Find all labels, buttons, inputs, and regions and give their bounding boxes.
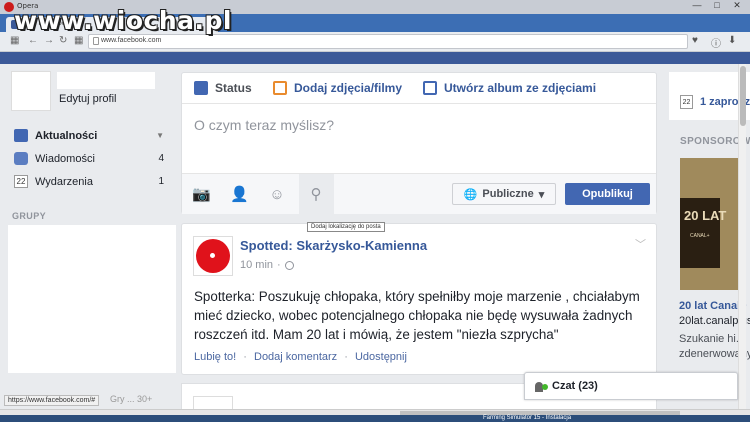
speed-dial-icon[interactable]: ▦ [10,35,19,46]
post-author-avatar[interactable] [193,236,233,276]
privacy-label: Publiczne [482,188,534,200]
nav-item-news-feed[interactable]: Aktualności ▼ [14,124,172,147]
back-icon[interactable]: ← [28,35,38,46]
calendar-icon: 22 [680,95,693,109]
post-options-chevron-icon[interactable]: ﹀ [635,236,646,252]
like-link[interactable]: Lubię to! [194,351,236,363]
messages-icon [14,152,28,165]
ad-description: Szukanie hi... [679,333,746,345]
tab-status[interactable]: Status [194,81,252,95]
calendar-icon: 22 [14,175,28,188]
scroll-thumb[interactable] [740,66,746,126]
location-pin-icon[interactable]: ⚲ [307,186,325,204]
maximize-icon[interactable]: □ [710,0,724,11]
nav-item-label: Wiadomości [35,152,95,165]
news-feed-icon [14,129,28,142]
tab-label: Utwórz album ze zdjęciami [444,81,597,95]
comment-link[interactable]: Dodaj komentarz [254,351,337,363]
share-link[interactable]: Udostępnij [355,351,407,363]
lock-icon [93,37,99,45]
tab-add-photos[interactable]: Dodaj zdjęcia/filmy [273,81,402,95]
edit-profile-link[interactable]: Edytuj profil [59,93,116,105]
groups-heading: GRUPY [12,211,47,221]
status-input[interactable]: O czym teraz myślisz? [194,117,334,133]
composer-actions: 📷 👤 ☺ ⚲ 🌐 Publiczne ▾ Opublikuj [182,173,656,214]
post-author-link[interactable]: Spotted: Skarżysko-Kamienna [240,238,427,253]
tag-friends-icon[interactable]: 👤 [230,186,249,204]
profile-name[interactable] [57,72,155,89]
nav-item-messages[interactable]: Wiadomości 4 [14,147,172,170]
address-bar: ▦ ← → ↻ ▦ www.facebook.com ♥ ⓘ ⬇ [0,32,750,52]
location-tooltip: Dodaj lokalizację do posta [307,222,385,232]
window-controls: — □ ✕ [690,0,744,11]
tab-create-album[interactable]: Utwórz album ze zdjęciami [423,81,596,95]
tab-label: Status [215,81,252,95]
separator: · [344,351,348,363]
chat-label: Czat (23) [552,380,598,392]
globe-icon: 🌐 [463,188,478,201]
bookmark-heart-icon[interactable]: ♥ [692,35,698,46]
minimize-icon[interactable]: — [690,0,704,11]
ad-image[interactable]: 20 LAT CANAL+ [680,158,738,290]
nav-item-count: 1 [158,176,164,187]
chevron-down-icon: ▾ [538,188,545,201]
globe-icon [284,260,294,270]
download-icon[interactable]: ⬇ [728,35,736,46]
feeling-icon[interactable]: ☺ [268,186,286,204]
profile-avatar[interactable] [11,71,51,111]
ad-image-text: 20 LAT [684,208,727,223]
chat-bar[interactable]: Czat (23) [524,372,738,400]
post-timestamp[interactable]: 10 min · [240,259,294,271]
url-text: www.facebook.com [101,37,162,44]
privacy-selector[interactable]: 🌐 Publiczne ▾ [452,183,556,205]
post-time-text: 10 min [240,259,274,271]
windows-taskbar: Farming Simulator 15 - Instalacja [0,415,750,422]
nav-item-label: Aktualności [35,129,98,142]
home-icon[interactable]: ▦ [74,35,83,46]
pencil-icon [194,81,208,95]
ad-image-subtext: CANAL+ [690,233,710,239]
opera-logo-icon[interactable] [4,2,14,12]
tab-label: Dodaj zdjęcia/filmy [294,81,403,95]
left-nav: Aktualności ▼ Wiadomości 4 22 Wydarzenia… [14,124,172,193]
groups-more[interactable]: Gry ... 30+ [110,394,152,404]
separator: · [243,351,247,363]
nav-item-count: 4 [158,153,164,164]
post-composer: Status Dodaj zdjęcia/filmy Utwórz album … [181,72,657,214]
forward-icon[interactable]: → [44,35,54,46]
info-icon[interactable]: ⓘ [711,35,721,50]
taskbar-item[interactable]: Farming Simulator 15 - Instalacja [483,415,571,421]
facebook-header [0,52,750,64]
post-dot: · [277,259,281,271]
avatar-dot [210,253,215,258]
vertical-scrollbar[interactable] [738,64,746,409]
nav-item-events[interactable]: 22 Wydarzenia 1 [14,170,172,193]
post-actions: Lubię to! · Dodaj komentarz · Udostępnij [194,351,407,363]
nav-item-label: Wydarzenia [35,175,93,188]
close-icon[interactable]: ✕ [730,0,744,11]
chevron-down-icon[interactable]: ▼ [156,131,164,140]
publish-button[interactable]: Opublikuj [565,183,650,205]
watermark: www.wiocha.pl [14,6,232,35]
album-icon [423,81,437,95]
post-text: Spotterka: Poszukuję chłopaka, który spe… [194,289,640,342]
online-dot-icon [542,384,548,390]
status-url: https://www.facebook.com/# [4,395,100,406]
reload-icon[interactable]: ↻ [59,35,67,46]
ad-title-link[interactable]: 20 lat Canal+ [679,300,747,312]
camera-icon[interactable]: 📷 [192,186,211,204]
composer-tabs: Status Dodaj zdjęcia/filmy Utwórz album … [182,73,656,104]
photo-icon [273,81,287,95]
groups-list [8,225,176,373]
url-input[interactable]: www.facebook.com [88,34,688,49]
feed-post: Spotted: Skarżysko-Kamienna 10 min · ﹀ S… [181,223,657,375]
